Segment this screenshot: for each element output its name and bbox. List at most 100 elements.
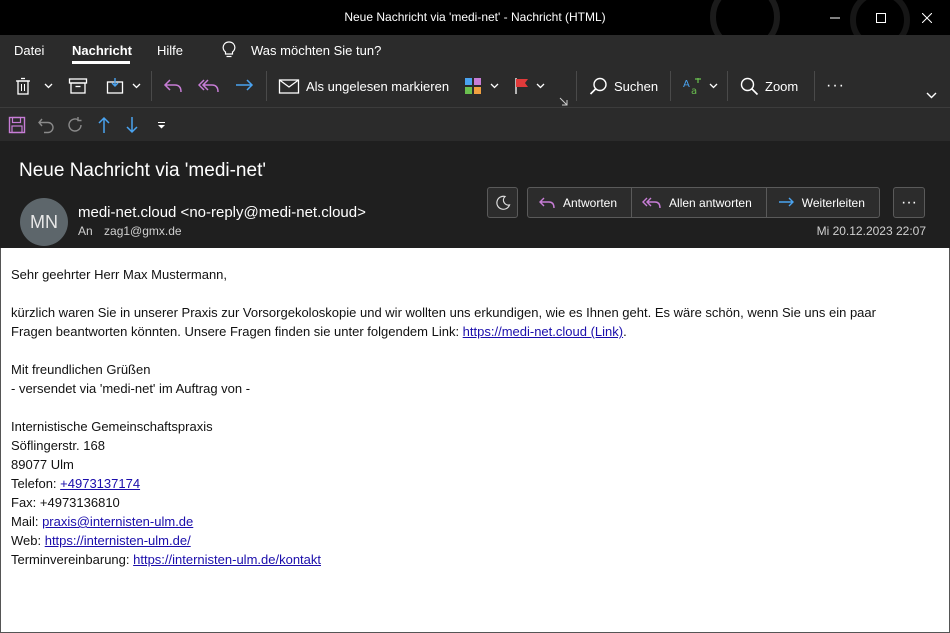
reply-icon: [163, 79, 182, 93]
redo-button[interactable]: [65, 115, 85, 135]
reply-all-icon: [198, 79, 219, 93]
recipient-line: An zag1@gmx.de: [78, 224, 182, 238]
more-actions-button[interactable]: ···: [893, 187, 925, 218]
to-label: An: [78, 224, 93, 238]
menu-file[interactable]: Datei: [14, 43, 44, 58]
phone-label: Telefon:: [11, 476, 61, 491]
ribbon-separator: [576, 71, 577, 101]
zoom-label: Zoom: [765, 78, 799, 94]
customize-dropdown-icon: [157, 121, 165, 128]
signature-org: Internistische Gemeinschaftspraxis: [11, 419, 213, 434]
archive-icon: [68, 78, 88, 94]
closing: Mit freundlichen Grüßen: [11, 362, 151, 377]
save-button[interactable]: [7, 115, 27, 135]
ribbon-separator: [151, 71, 152, 101]
zoom-icon: [740, 77, 759, 95]
chevron-down-icon: [490, 83, 499, 89]
close-button[interactable]: [904, 0, 950, 35]
zoom-button[interactable]: Zoom: [740, 74, 798, 98]
previous-item-button[interactable]: [94, 115, 114, 135]
ribbon: Als ungelesen markieren Suchen Aa Zoom ·…: [0, 65, 950, 107]
body-paragraph-end: .: [623, 324, 627, 339]
chevron-down-icon: [926, 92, 937, 98]
menu-message[interactable]: Nachricht: [72, 43, 132, 58]
save-icon: [8, 116, 26, 134]
sender-address[interactable]: medi-net.cloud <no-reply@medi-net.cloud>: [78, 204, 366, 221]
title-bar: Neue Nachricht via 'medi-net' - Nachrich…: [0, 0, 950, 52]
maximize-button[interactable]: [858, 0, 904, 35]
tell-me-search[interactable]: Was möchten Sie tun?: [251, 43, 381, 58]
next-item-button[interactable]: [122, 115, 142, 135]
appointment-link[interactable]: https://internisten-ulm.de/kontakt: [133, 552, 321, 567]
search-icon: [589, 77, 607, 95]
ribbon-separator: [670, 71, 671, 101]
arrow-up-icon: [98, 116, 110, 133]
mail-label: Mail:: [11, 514, 43, 529]
svg-text:A: A: [683, 79, 690, 90]
reply-button[interactable]: Antworten: [528, 188, 633, 217]
reply-label: Antworten: [563, 195, 618, 210]
chevron-down-icon: [132, 83, 141, 89]
reply-all-icon: [642, 197, 661, 208]
mark-unread-button[interactable]: Als ungelesen markieren: [278, 74, 449, 98]
active-tab-indicator: [72, 61, 130, 64]
flag-button[interactable]: [514, 74, 545, 98]
signature-mail: Mail: praxis@internisten-ulm.de: [11, 512, 911, 531]
translate-button[interactable]: Aa: [683, 74, 718, 98]
forward-label: Weiterleiten: [801, 195, 865, 210]
minimize-button[interactable]: [812, 0, 858, 35]
recipient-address[interactable]: zag1@gmx.de: [104, 224, 182, 238]
maximize-icon: [876, 12, 886, 23]
svg-text:a: a: [691, 86, 697, 95]
reply-all-ribbon-button[interactable]: [198, 74, 220, 98]
flag-icon: [515, 78, 528, 94]
undo-icon: [38, 118, 54, 134]
delete-dropdown[interactable]: [44, 74, 53, 98]
chevron-down-icon: [709, 83, 718, 89]
signature-phone: Telefon: +4973137174: [11, 474, 911, 493]
forward-button[interactable]: Weiterleiten: [767, 188, 879, 217]
menu-bar: Datei Nachricht Hilfe Was möchten Sie tu…: [0, 35, 950, 65]
categorize-button[interactable]: [464, 74, 499, 98]
arrow-down-icon: [126, 117, 138, 134]
forward-ribbon-button[interactable]: [234, 74, 254, 98]
message-subject: Neue Nachricht via 'medi-net': [19, 160, 266, 181]
dark-mode-toggle[interactable]: [487, 187, 518, 218]
archive-button[interactable]: [68, 74, 88, 98]
ribbon-separator: [266, 71, 267, 101]
window-border-left: [0, 248, 1, 633]
move-button[interactable]: [106, 74, 141, 98]
signature-city: 89077 Ulm: [11, 457, 74, 472]
reply-all-button[interactable]: Allen antworten: [632, 188, 767, 217]
undo-button[interactable]: [36, 115, 56, 135]
signature-street: Söflingerstr. 168: [11, 438, 105, 453]
avatar[interactable]: MN: [20, 198, 68, 246]
message-body: Sehr geehrter Herr Max Mustermann, kürzl…: [11, 265, 911, 569]
survey-link[interactable]: https://medi-net.cloud (Link): [463, 324, 623, 339]
translate-icon: Aa: [683, 78, 701, 95]
phone-link[interactable]: +4973137174: [60, 476, 140, 491]
envelope-unread-icon: [278, 79, 300, 94]
customize-qat-button[interactable]: [151, 115, 171, 135]
collapse-ribbon-button[interactable]: [926, 83, 937, 107]
body-paragraph: kürzlich waren Sie in unserer Praxis zur…: [11, 303, 911, 341]
move-to-folder-icon: [106, 78, 124, 94]
web-label: Web:: [11, 533, 45, 548]
ribbon-more-button[interactable]: ···: [826, 74, 845, 98]
mail-link[interactable]: praxis@internisten-ulm.de: [42, 514, 193, 529]
greeting: Sehr geehrter Herr Max Mustermann,: [11, 267, 228, 282]
delete-button[interactable]: [14, 74, 32, 98]
forward-icon: [778, 197, 794, 206]
refresh-icon: [68, 117, 82, 132]
mark-unread-label: Als ungelesen markieren: [306, 78, 450, 94]
moon-icon: [495, 195, 510, 210]
signature-fax: Fax: +4973136810: [11, 495, 120, 510]
search-label: Suchen: [614, 78, 659, 94]
search-button[interactable]: Suchen: [589, 74, 658, 98]
web-link[interactable]: https://internisten-ulm.de/: [45, 533, 191, 548]
menu-help[interactable]: Hilfe: [157, 43, 183, 58]
reply-ribbon-button[interactable]: [163, 74, 183, 98]
response-actions: Antworten Allen antworten Weiterleiten: [527, 187, 880, 218]
received-date: Mi 20.12.2023 22:07: [816, 224, 926, 238]
message-header: Neue Nachricht via 'medi-net' MN medi-ne…: [0, 141, 950, 248]
